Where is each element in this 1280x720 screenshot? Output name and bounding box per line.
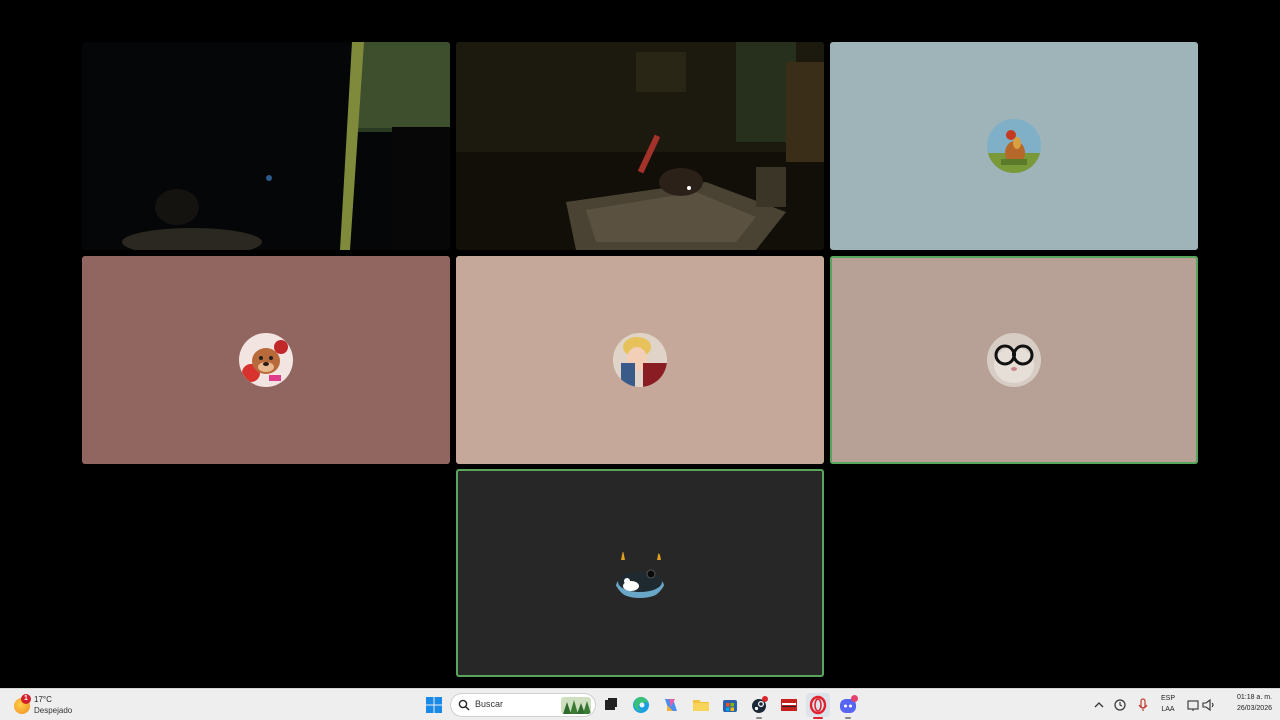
running-indicator — [813, 717, 823, 719]
anime-avatar-icon — [613, 333, 667, 387]
keyboard-layout: LAA — [1161, 706, 1175, 713]
weather-temperature: 17°C — [34, 695, 52, 704]
participant-avatar-tile[interactable] — [456, 256, 824, 464]
windows-taskbar: 1 17°C Despejado Buscar ESP LAA 01:18 a.… — [0, 688, 1280, 720]
language-code: ESP — [1160, 695, 1175, 702]
camera-feed — [82, 42, 450, 250]
copilot-icon[interactable] — [659, 693, 683, 717]
taskbar-search-box[interactable]: Buscar — [450, 693, 596, 717]
search-highlight-image — [561, 697, 591, 714]
participant-video-tile[interactable] — [456, 42, 824, 250]
running-indicator — [845, 717, 851, 719]
video-call-grid — [0, 0, 1280, 688]
windows-start-icon[interactable] — [422, 693, 446, 717]
clock-time: 01:18 a. m. — [1236, 694, 1272, 701]
discord-icon[interactable] — [836, 693, 860, 719]
chevron-up-icon[interactable] — [1090, 693, 1108, 717]
store-icon[interactable] — [718, 693, 742, 717]
participant-avatar-tile[interactable] — [82, 256, 450, 464]
opera-browser-icon[interactable] — [806, 693, 830, 719]
weather-alert-badge: 1 — [21, 694, 31, 704]
rooster-avatar-icon — [987, 119, 1041, 173]
participant-avatar-tile[interactable] — [456, 469, 824, 677]
duck-avatar-icon — [613, 546, 667, 600]
search-placeholder: Buscar — [475, 699, 504, 709]
dog-avatar-icon — [239, 333, 293, 387]
cat-glasses-avatar-icon — [987, 333, 1041, 387]
steam-icon[interactable] — [747, 693, 771, 719]
file-explorer-icon[interactable] — [689, 693, 713, 717]
running-indicator — [756, 717, 762, 719]
search-icon — [458, 699, 470, 711]
edge-browser-icon[interactable] — [629, 693, 653, 717]
participant-avatar-tile[interactable] — [830, 256, 1198, 464]
system-clock[interactable]: 01:18 a. m. 26/03/2026 — [1222, 694, 1272, 718]
weather-widget[interactable]: 1 17°C Despejado — [10, 692, 100, 718]
clock-date: 26/03/2026 — [1236, 705, 1272, 712]
task-view-icon[interactable] — [599, 693, 623, 717]
microphone-icon[interactable] — [1133, 693, 1153, 717]
volume-icon[interactable] — [1200, 693, 1218, 717]
input-language-indicator[interactable]: ESP LAA — [1157, 695, 1179, 717]
weather-condition: Despejado — [34, 706, 73, 715]
participant-video-tile[interactable] — [82, 42, 450, 250]
onedrive-sync-icon[interactable] — [1110, 693, 1130, 717]
camera-feed — [456, 42, 824, 250]
video-app-icon[interactable] — [777, 693, 801, 717]
participant-avatar-tile[interactable] — [830, 42, 1198, 250]
